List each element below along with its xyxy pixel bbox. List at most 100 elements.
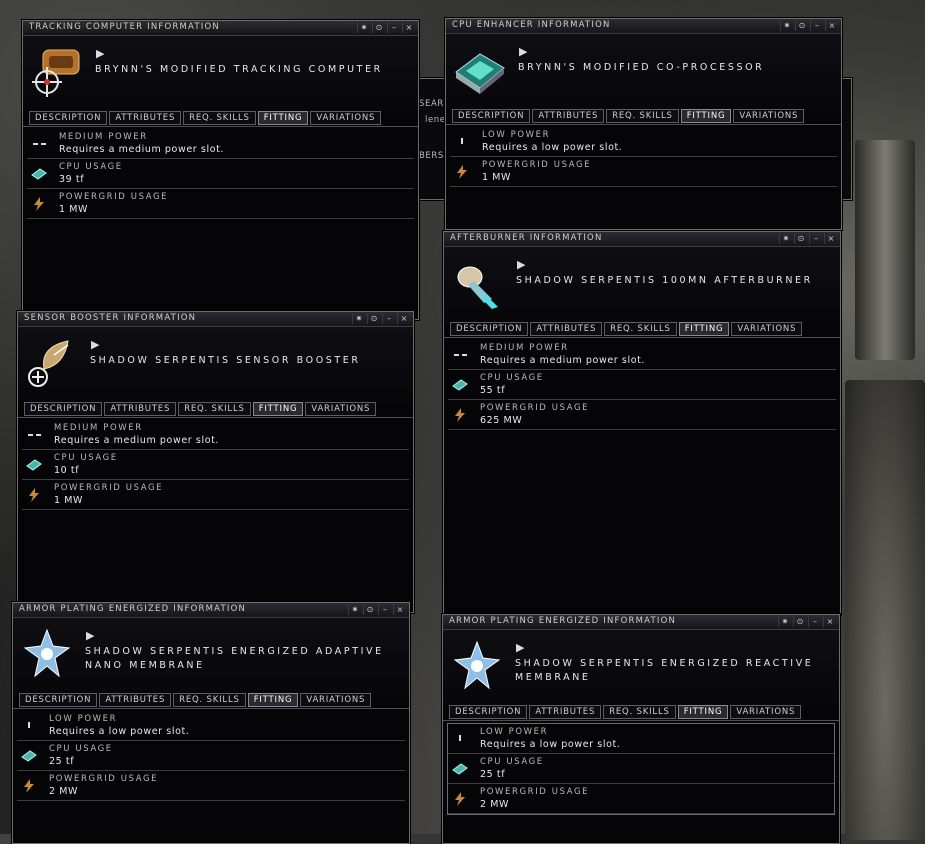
cpu-icon bbox=[452, 379, 468, 391]
slot-value: Requires a medium power slot. bbox=[54, 435, 220, 446]
tab-description[interactable]: DESCRIPTION bbox=[452, 109, 531, 123]
tab-attributes[interactable]: ATTRIBUTES bbox=[104, 402, 177, 416]
minimize-icon[interactable]: – bbox=[808, 616, 821, 627]
info-tabs: DESCRIPTION ATTRIBUTES REQ. SKILLS FITTI… bbox=[450, 322, 803, 336]
tab-description[interactable]: DESCRIPTION bbox=[19, 693, 98, 707]
tab-variations[interactable]: VARIATIONS bbox=[731, 322, 803, 336]
close-icon[interactable]: × bbox=[397, 313, 410, 324]
tab-variations[interactable]: VARIATIONS bbox=[305, 402, 377, 416]
settings-icon[interactable]: ⊙ bbox=[795, 20, 808, 31]
fitting-row-cpu: CPU USAGE 55 tf bbox=[448, 370, 836, 400]
fitting-row-slot: MEDIUM POWER Requires a medium power slo… bbox=[27, 129, 414, 159]
powergrid-label: POWERGRID USAGE bbox=[54, 483, 164, 493]
tab-attributes[interactable]: ATTRIBUTES bbox=[530, 322, 603, 336]
tab-fitting[interactable]: FITTING bbox=[680, 109, 732, 123]
fitting-row-powergrid: POWERGRID USAGE 2 MW bbox=[448, 784, 834, 814]
tab-req-skills[interactable]: REQ. SKILLS bbox=[173, 693, 246, 707]
expand-arrow-icon[interactable]: ▶ bbox=[516, 641, 524, 654]
powergrid-value: 1 MW bbox=[482, 172, 512, 183]
tab-req-skills[interactable]: REQ. SKILLS bbox=[603, 705, 676, 719]
pin-icon[interactable]: ✷ bbox=[357, 22, 370, 33]
tab-req-skills[interactable]: REQ. SKILLS bbox=[604, 322, 677, 336]
fitting-row-slot: LOW POWER Requires a low power slot. bbox=[448, 724, 834, 754]
item-header: ▶ BRYNN'S MODIFIED CO-PROCESSOR bbox=[446, 34, 841, 112]
tab-variations[interactable]: VARIATIONS bbox=[733, 109, 805, 123]
window-titlebar[interactable]: CPU ENHANCER INFORMATION ✷ ⊙ – × bbox=[446, 19, 841, 34]
fitting-row-powergrid: POWERGRID USAGE 1 MW bbox=[27, 189, 414, 219]
tab-variations[interactable]: VARIATIONS bbox=[310, 111, 382, 125]
tab-fitting[interactable]: FITTING bbox=[252, 402, 304, 416]
sensor-booster-info-window[interactable]: SENSOR BOOSTER INFORMATION ✷ ⊙ – × ▶ SHA… bbox=[17, 311, 414, 613]
tab-attributes[interactable]: ATTRIBUTES bbox=[109, 111, 182, 125]
expand-arrow-icon[interactable]: ▶ bbox=[96, 47, 104, 60]
tab-variations[interactable]: VARIATIONS bbox=[730, 705, 802, 719]
settings-icon[interactable]: ⊙ bbox=[372, 22, 385, 33]
minimize-icon[interactable]: – bbox=[387, 22, 400, 33]
tab-divider bbox=[18, 417, 413, 418]
minimize-icon[interactable]: – bbox=[382, 313, 395, 324]
powergrid-label: POWERGRID USAGE bbox=[480, 403, 590, 413]
pin-icon[interactable]: ✷ bbox=[778, 616, 791, 627]
close-icon[interactable]: × bbox=[825, 20, 838, 31]
tab-fitting[interactable]: FITTING bbox=[678, 322, 730, 336]
settings-icon[interactable]: ⊙ bbox=[363, 604, 376, 615]
close-icon[interactable]: × bbox=[824, 233, 837, 244]
minimize-icon[interactable]: – bbox=[809, 233, 822, 244]
armor-nano-membrane-info-window[interactable]: ARMOR PLATING ENERGIZED INFORMATION ✷ ⊙ … bbox=[12, 602, 410, 844]
slot-label: MEDIUM POWER bbox=[59, 132, 148, 142]
background-floor bbox=[845, 380, 925, 840]
cpu-label: CPU USAGE bbox=[480, 373, 544, 383]
cpu-label: CPU USAGE bbox=[480, 757, 544, 767]
fitting-row-powergrid: POWERGRID USAGE 1 MW bbox=[22, 480, 409, 510]
tab-description[interactable]: DESCRIPTION bbox=[29, 111, 108, 125]
info-tabs: DESCRIPTION ATTRIBUTES REQ. SKILLS FITTI… bbox=[24, 402, 377, 416]
tab-fitting[interactable]: FITTING bbox=[247, 693, 299, 707]
pin-icon[interactable]: ✷ bbox=[352, 313, 365, 324]
window-titlebar[interactable]: ARMOR PLATING ENERGIZED INFORMATION ✷ ⊙ … bbox=[13, 603, 409, 618]
expand-arrow-icon[interactable]: ▶ bbox=[86, 629, 94, 642]
tab-req-skills[interactable]: REQ. SKILLS bbox=[183, 111, 256, 125]
fitting-row-slot: MEDIUM POWER Requires a medium power slo… bbox=[448, 340, 836, 370]
pin-icon[interactable]: ✷ bbox=[348, 604, 361, 615]
afterburner-info-window[interactable]: AFTERBURNER INFORMATION ✷ ⊙ – × ▶ SHADOW… bbox=[443, 231, 841, 615]
tab-description[interactable]: DESCRIPTION bbox=[449, 705, 528, 719]
tab-attributes[interactable]: ATTRIBUTES bbox=[529, 705, 602, 719]
window-titlebar[interactable]: TRACKING COMPUTER INFORMATION ✷ ⊙ – × bbox=[23, 21, 418, 36]
cpu-enhancer-info-window[interactable]: CPU ENHANCER INFORMATION ✷ ⊙ – × ▶ BRYNN… bbox=[445, 18, 842, 230]
minimize-icon[interactable]: – bbox=[378, 604, 391, 615]
tab-description[interactable]: DESCRIPTION bbox=[450, 322, 529, 336]
settings-icon[interactable]: ⊙ bbox=[367, 313, 380, 324]
slot-label: LOW POWER bbox=[480, 727, 549, 737]
close-icon[interactable]: × bbox=[402, 22, 415, 33]
powergrid-label: POWERGRID USAGE bbox=[482, 160, 592, 170]
expand-arrow-icon[interactable]: ▶ bbox=[91, 338, 99, 351]
close-icon[interactable]: × bbox=[393, 604, 406, 615]
pin-icon[interactable]: ✷ bbox=[780, 20, 793, 31]
tab-req-skills[interactable]: REQ. SKILLS bbox=[606, 109, 679, 123]
window-controls: ✷ ⊙ – × bbox=[778, 616, 836, 627]
tab-fitting[interactable]: FITTING bbox=[677, 705, 729, 719]
tab-attributes[interactable]: ATTRIBUTES bbox=[99, 693, 172, 707]
fitting-list: LOW POWER Requires a low power slot. POW… bbox=[450, 127, 837, 187]
expand-arrow-icon[interactable]: ▶ bbox=[517, 258, 525, 271]
settings-icon[interactable]: ⊙ bbox=[793, 616, 806, 627]
tracking-computer-info-window[interactable]: TRACKING COMPUTER INFORMATION ✷ ⊙ – × ▶ … bbox=[22, 20, 419, 320]
settings-icon[interactable]: ⊙ bbox=[794, 233, 807, 244]
afterburner-icon bbox=[457, 266, 498, 309]
tab-fitting[interactable]: FITTING bbox=[257, 111, 309, 125]
minimize-icon[interactable]: – bbox=[810, 20, 823, 31]
tab-description[interactable]: DESCRIPTION bbox=[24, 402, 103, 416]
window-titlebar[interactable]: ARMOR PLATING ENERGIZED INFORMATION ✷ ⊙ … bbox=[443, 615, 839, 630]
fitting-row-slot: MEDIUM POWER Requires a medium power slo… bbox=[22, 420, 409, 450]
item-header: ▶ BRYNN'S MODIFIED TRACKING COMPUTER bbox=[23, 36, 418, 114]
pin-icon[interactable]: ✷ bbox=[779, 233, 792, 244]
window-titlebar[interactable]: AFTERBURNER INFORMATION ✷ ⊙ – × bbox=[444, 232, 840, 247]
expand-arrow-icon[interactable]: ▶ bbox=[519, 45, 527, 58]
tab-variations[interactable]: VARIATIONS bbox=[300, 693, 372, 707]
window-titlebar[interactable]: SENSOR BOOSTER INFORMATION ✷ ⊙ – × bbox=[18, 312, 413, 327]
close-icon[interactable]: × bbox=[823, 616, 836, 627]
slot-value: Requires a low power slot. bbox=[480, 739, 621, 750]
armor-reactive-membrane-info-window[interactable]: ARMOR PLATING ENERGIZED INFORMATION ✷ ⊙ … bbox=[442, 614, 840, 844]
tab-attributes[interactable]: ATTRIBUTES bbox=[532, 109, 605, 123]
tab-req-skills[interactable]: REQ. SKILLS bbox=[178, 402, 251, 416]
